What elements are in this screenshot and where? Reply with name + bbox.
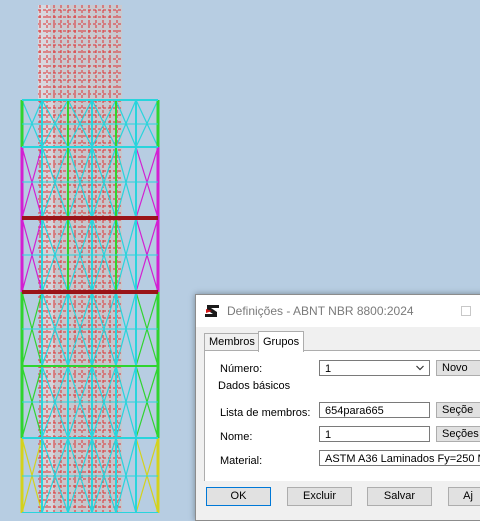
numero-value: 1	[325, 363, 332, 375]
salvar-button[interactable]: Salvar	[367, 487, 432, 506]
nome-input[interactable]: 1	[319, 426, 430, 442]
numero-label: Número:	[220, 363, 263, 375]
ok-button[interactable]: OK	[206, 487, 271, 506]
material-select[interactable]: ASTM A36 Laminados Fy=250 Mpa	[319, 450, 480, 466]
tab-grupos[interactable]: Grupos	[258, 331, 305, 352]
tab-membros[interactable]: Membros	[204, 333, 260, 350]
secoes-button[interactable]: Seçõe	[436, 402, 480, 418]
excluir-button[interactable]: Excluir	[287, 487, 352, 506]
secoes-padrao-button[interactable]: Seções pa	[436, 426, 480, 442]
numero-select[interactable]: 1	[319, 360, 430, 376]
material-label: Material:	[220, 455, 263, 467]
nome-label: Nome:	[220, 431, 253, 443]
lista-membros-label: Lista de membros:	[220, 407, 311, 419]
dialog-titlebar[interactable]: Definições - ABNT NBR 8800:2024	[196, 295, 480, 327]
ajuda-button[interactable]: Aj	[448, 487, 480, 506]
groups-panel: Número: 1 Novo Dados básicos Lista de me…	[204, 350, 480, 481]
chevron-down-icon	[416, 365, 424, 371]
lista-membros-input[interactable]: 654para665	[319, 402, 430, 418]
definitions-dialog: Definições - ABNT NBR 8800:2024 Membros …	[195, 294, 480, 521]
dialog-title: Definições - ABNT NBR 8800:2024	[227, 304, 414, 318]
section-title-dados-basicos: Dados básicos	[218, 380, 291, 392]
novo-button[interactable]: Novo	[436, 360, 480, 376]
close-icon[interactable]	[461, 306, 471, 316]
app-logo-icon	[204, 303, 220, 319]
